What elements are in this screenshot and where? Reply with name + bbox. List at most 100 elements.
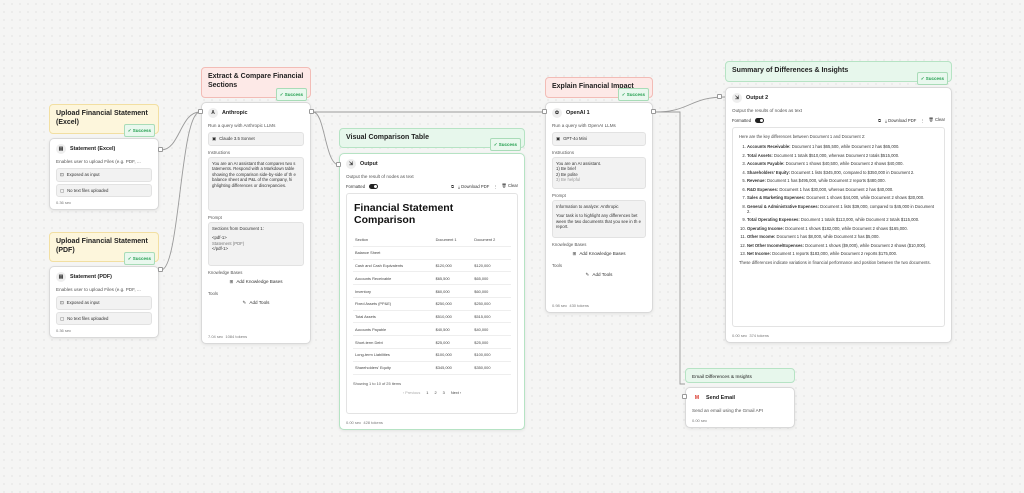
button-label: Clear — [934, 117, 945, 122]
node-description: Send an email using the Gmail API — [692, 408, 763, 413]
document-title: Financial Statement Comparison — [354, 202, 454, 226]
download-pdf-button[interactable]: ⤓ Download PDF — [458, 184, 489, 189]
output-2-node[interactable]: ⇲ Output 2 Output the results of nodes as… — [725, 87, 952, 343]
prompt-label: Prompt — [208, 214, 222, 220]
run-stats: 0.00 sec 374 tokens — [732, 333, 769, 338]
download-pdf-button[interactable]: ⤓ Download PDF — [885, 118, 916, 123]
button-label: Download PDF — [888, 117, 917, 123]
table-row: Total Assets $510,000 $515,000 — [353, 310, 511, 324]
add-tools-button[interactable]: ✎ Add Tools — [552, 270, 646, 280]
node-title: Statement (PDF) — [70, 274, 112, 280]
table-cell: Accounts Receivable — [353, 271, 434, 286]
output-document: Here are the key differences between Doc… — [732, 127, 945, 327]
upload-pdf-node[interactable]: ▤ Statement (PDF) Enables user to upload … — [49, 266, 159, 338]
input-handle[interactable] — [336, 162, 341, 167]
table-cell: Accounts Payable — [353, 322, 434, 337]
output-handle[interactable] — [651, 109, 656, 114]
tools-label: Tools — [552, 262, 563, 268]
item-text: Document 1 totals $510,000, whereas Docu… — [772, 152, 900, 158]
summary-header[interactable]: Summary of Differences & Insights ✓ Succ… — [725, 61, 952, 85]
email-header[interactable]: Email Differences & Insights — [685, 368, 795, 383]
instructions-text: You are an AI assistant that compares tw… — [212, 160, 296, 188]
tools-label: Tools — [208, 290, 219, 296]
input-handle[interactable] — [717, 94, 722, 99]
clear-button[interactable]: 🗑 Clear — [502, 183, 519, 189]
copy-icon[interactable]: ⧉ — [878, 118, 881, 123]
visual-header[interactable]: Visual Comparison Table ✓ Success — [339, 128, 525, 151]
page-1-button[interactable]: 1 — [426, 390, 428, 395]
node-title: Output 2 — [746, 95, 769, 101]
input-handle[interactable] — [198, 109, 203, 114]
output-handle[interactable] — [309, 109, 314, 114]
table-cell: Fixed Assets (PP&E) — [353, 297, 434, 311]
item-key: Other Income: — [747, 234, 776, 240]
previous-page-button[interactable]: ‹ Previous — [403, 390, 421, 395]
extract-header[interactable]: Extract & Compare Financial Sections ✓ S… — [201, 67, 311, 101]
add-tools-button[interactable]: ✎ Add Tools — [208, 298, 304, 308]
item-key: Total Assets: — [747, 152, 773, 158]
item-key: R&D Expenses: — [747, 186, 779, 192]
openai-node[interactable]: ✿ OpenAI 1 Run a query with OpenAI LLMs ▣… — [545, 102, 653, 313]
table-cell: $120,000 — [433, 259, 473, 273]
explain-header[interactable]: Explain Financial Impact ✓ Success — [545, 77, 653, 101]
success-badge: ✓ Success — [617, 88, 649, 101]
summary-header-title: Summary of Differences & Insights — [732, 67, 849, 74]
table-cell: Short-term Debt — [353, 335, 434, 350]
more-icon[interactable]: ⋮ — [493, 184, 497, 189]
formatted-toggle[interactable] — [369, 183, 379, 189]
upload-excel-node[interactable]: ▤ Statement (Excel) Enables user to uploa… — [49, 138, 159, 210]
instructions-textarea[interactable]: You are an AI assistant that compares tw… — [208, 156, 304, 211]
copy-icon[interactable]: ⧉ — [451, 184, 454, 189]
file-icon: ▤ — [56, 144, 66, 154]
item-key: Shareholders' Equity: — [747, 169, 791, 175]
model-label: Claude 3.5 Sonnet — [219, 136, 255, 141]
exposed-input-option[interactable]: ⊡ Exposed as input — [56, 168, 152, 182]
input-icon: ⊡ — [60, 172, 64, 177]
extract-header-title: Extract & Compare Financial Sections — [208, 73, 304, 89]
instructions-textarea[interactable]: You are an AI assistant. 1) Be brief 2) … — [552, 156, 646, 189]
item-key: General & Administrative Expenses: — [747, 203, 819, 209]
run-stats: 7.04 sec 1084 tokens — [208, 334, 247, 339]
output-handle[interactable] — [158, 147, 163, 152]
output-document: Financial Statement Comparison Section D… — [346, 193, 518, 414]
page-3-button[interactable]: 3 — [443, 390, 445, 395]
send-email-node[interactable]: M Send Email Send an email using the Gmai… — [685, 387, 795, 428]
table-cell: Cash and Cash Equivalents — [353, 259, 434, 273]
anthropic-node[interactable]: A Anthropic Run a query with Anthropic LL… — [201, 102, 311, 344]
clear-button[interactable]: 🗑 Clear — [929, 117, 946, 123]
success-badge: ✓ Success — [275, 88, 307, 101]
page-2-button[interactable]: 2 — [434, 390, 436, 395]
output-handle[interactable] — [158, 267, 163, 272]
list-item: Net Income: Document 1 reports $183,000,… — [747, 251, 938, 256]
formatted-toggle[interactable] — [755, 117, 765, 123]
list-item: Operating Income: Document 1 shows $182,… — [747, 226, 938, 231]
more-icon[interactable]: ⋮ — [920, 118, 924, 123]
model-select[interactable]: ▣ GPT-4o Mini — [552, 132, 646, 146]
model-label: GPT-4o Mini — [563, 136, 587, 141]
formatted-label: Formatted — [732, 117, 752, 123]
table-cell: $345,000 — [433, 361, 473, 375]
add-knowledge-bases-button[interactable]: ⊞ Add Knowledge Bases — [552, 249, 646, 259]
input-handle[interactable] — [542, 109, 547, 114]
exposed-input-option[interactable]: ⊡ Exposed as input — [56, 296, 152, 310]
status-label: No text files uploaded — [67, 187, 109, 193]
button-label: Add Tools — [592, 272, 613, 278]
token-count: 1084 tokens — [225, 334, 248, 339]
output-node[interactable]: ⇲ Output Output the result of nodes as te… — [339, 153, 525, 430]
input-handle[interactable] — [682, 394, 687, 399]
prompt-textarea[interactable]: Sections from Document 1: <pdf-1> Statem… — [208, 221, 304, 266]
upload-pdf-header[interactable]: Upload Financial Statement (PDF) ✓ Succe… — [49, 232, 159, 265]
prompt-line: Your task is to highlight any difference… — [556, 213, 642, 230]
wrench-icon: ✎ — [585, 271, 590, 277]
prompt-textarea[interactable]: Information to analyze: Anthropic Your t… — [552, 199, 646, 238]
node-title: Send Email — [706, 395, 736, 401]
add-knowledge-bases-button[interactable]: ⊞ Add Knowledge Bases — [208, 277, 304, 287]
node-title: OpenAI 1 — [566, 110, 590, 116]
item-key: Accounts Payable: — [747, 161, 785, 166]
model-select[interactable]: ▣ Claude 3.5 Sonnet — [208, 132, 304, 146]
button-label: Download PDF — [461, 183, 490, 189]
item-text: Document 1 has $30,000, whereas Document… — [778, 186, 894, 192]
input-icon: ⊡ — [60, 300, 64, 305]
upload-excel-header[interactable]: Upload Financial Statement (Excel) ✓ Suc… — [49, 104, 159, 137]
next-page-button[interactable]: Next › — [451, 390, 461, 395]
